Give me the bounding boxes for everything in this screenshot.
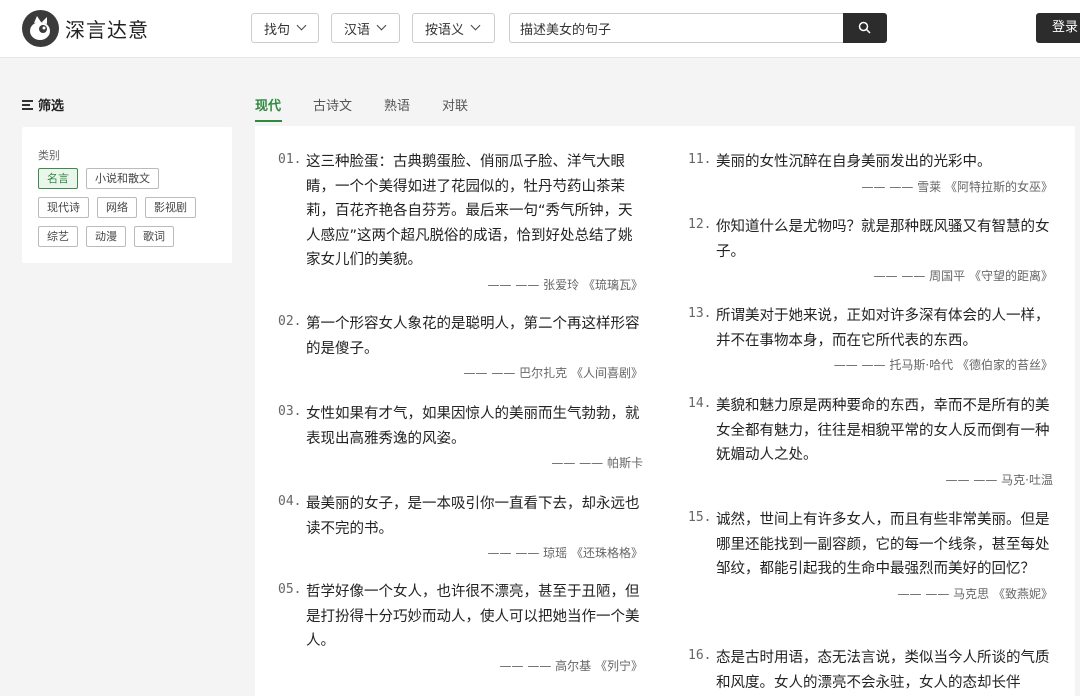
quote-number: 12.	[688, 217, 712, 232]
chevron-down-icon	[378, 22, 386, 30]
language-select-label: 汉语	[344, 22, 371, 38]
tag-film-tv[interactable]: 影视剧	[145, 197, 196, 218]
login-button[interactable]: 登录	[1036, 13, 1080, 43]
mode-select[interactable]: 找句	[251, 13, 319, 43]
search-button[interactable]	[843, 13, 887, 43]
quote-text[interactable]: 你知道什么是尤物吗？就是那种既风骚又有智慧的女子。	[716, 215, 1053, 264]
quote-source[interactable]: —— —— 马克思 《致燕妮》	[688, 585, 1053, 602]
quote-item: 01. 这三种脸蛋：古典鹅蛋脸、俏丽瓜子脸、洋气大眼睛，一个个美得如进了花园似的…	[278, 150, 643, 293]
quote-text[interactable]: 女性如果有才气，如果因惊人的美丽而生气勃勃，就表现出高雅秀逸的风姿。	[306, 402, 643, 451]
search-type-select[interactable]: 按语义	[412, 13, 495, 43]
quote-item: 11. 美丽的女性沉醉在自身美丽发出的光彩中。 —— —— 雪莱 《阿特拉斯的女…	[688, 150, 1053, 195]
quote-item: 03. 女性如果有才气，如果因惊人的美丽而生气勃勃，就表现出高雅秀逸的风姿。 —…	[278, 402, 643, 471]
active-tab-indicator	[255, 120, 282, 122]
tag-lyrics[interactable]: 歌词	[134, 226, 174, 247]
quote-text[interactable]: 第一个形容女人象花的是聪明人，第二个再这样形容的是傻子。	[306, 312, 643, 361]
top-header: 深言达意 找句 汉语 按语义 登录	[0, 0, 1080, 58]
quote-number: 02.	[278, 314, 302, 329]
tag-modern-poetry[interactable]: 现代诗	[38, 197, 89, 218]
filter-title: 筛选	[22, 95, 64, 114]
quote-number: 01.	[278, 152, 302, 167]
quote-text[interactable]: 所谓美对于她来说，正如对许多深有体会的人一样，并不在事物本身，而在它所代表的东西…	[716, 304, 1053, 353]
quote-text[interactable]: 态是古时用语，态无法言说，类似当今人所谈的气质和风度。女人的漂亮不会永驻，女人的…	[716, 646, 1053, 695]
tag-anime[interactable]: 动漫	[86, 226, 126, 247]
quote-text[interactable]: 美丽的女性沉醉在自身美丽发出的光彩中。	[716, 150, 992, 175]
quote-text[interactable]: 哲学好像一个女人，也许很不漂亮，甚至于丑陋，但是打扮得十分巧妙而动人，使人可以把…	[306, 580, 643, 654]
quote-text[interactable]: 最美丽的女子，是一本吸引你一直看下去，却永远也读不完的书。	[306, 492, 643, 541]
results-panel: 01. 这三种脸蛋：古典鹅蛋脸、俏丽瓜子脸、洋气大眼睛，一个个美得如进了花园似的…	[255, 126, 1075, 696]
search-input[interactable]	[509, 13, 843, 43]
quote-text[interactable]: 诚然，世间上有许多女人，而且有些非常美丽。但是哪里还能找到一副容颜，它的每一个线…	[716, 508, 1053, 582]
quote-item: 05. 哲学好像一个女人，也许很不漂亮，甚至于丑陋，但是打扮得十分巧妙而动人，使…	[278, 580, 643, 674]
quote-item: 16. 态是古时用语，态无法言说，类似当今人所谈的气质和风度。女人的漂亮不会永驻…	[688, 646, 1053, 695]
language-select[interactable]: 汉语	[331, 13, 400, 43]
search-type-select-label: 按语义	[425, 22, 465, 38]
tag-famous-quotes[interactable]: 名言	[38, 168, 78, 189]
tag-novel-prose[interactable]: 小说和散文	[86, 168, 159, 189]
quote-item: 14. 美貌和魅力原是两种要命的东西，幸而不是所有的美女全都有魅力，往往是相貌平…	[688, 394, 1053, 488]
tab-modern[interactable]: 现代	[255, 95, 281, 114]
quote-source[interactable]: —— —— 高尔基 《列宁》	[278, 657, 643, 674]
quote-source[interactable]: —— —— 张爱玲 《琉璃瓦》	[278, 276, 643, 293]
quote-source[interactable]: —— —— 马克·吐温	[688, 471, 1053, 488]
quote-item: 12. 你知道什么是尤物吗？就是那种既风骚又有智慧的女子。 —— —— 周国平 …	[688, 215, 1053, 284]
quote-item: 13. 所谓美对于她来说，正如对许多深有体会的人一样，并不在事物本身，而在它所代…	[688, 304, 1053, 373]
quote-text[interactable]: 这三种脸蛋：古典鹅蛋脸、俏丽瓜子脸、洋气大眼睛，一个个美得如进了花园似的，牡丹芍…	[306, 150, 643, 273]
tag-variety[interactable]: 综艺	[38, 226, 78, 247]
quote-number: 16.	[688, 648, 712, 663]
category-label: 类别	[38, 149, 60, 162]
quote-number: 13.	[688, 306, 712, 321]
quote-number: 14.	[688, 396, 712, 411]
quote-source[interactable]: —— —— 周国平 《守望的距离》	[688, 267, 1053, 284]
quote-source[interactable]: —— —— 雪莱 《阿特拉斯的女巫》	[688, 178, 1053, 195]
tag-internet[interactable]: 网络	[97, 197, 137, 218]
quote-source[interactable]: —— —— 帕斯卡	[278, 454, 643, 471]
quote-item: 04. 最美丽的女子，是一本吸引你一直看下去，却永远也读不完的书。 —— —— …	[278, 492, 643, 561]
tab-idioms[interactable]: 熟语	[384, 95, 410, 114]
quote-source[interactable]: —— —— 琼瑶 《还珠格格》	[278, 544, 643, 561]
quote-number: 15.	[688, 510, 712, 525]
search-icon	[858, 21, 871, 34]
filter-title-label: 筛选	[38, 99, 65, 114]
quote-number: 11.	[688, 152, 712, 167]
quote-item: 15. 诚然，世间上有许多女人，而且有些非常美丽。但是哪里还能找到一副容颜，它的…	[688, 508, 1053, 602]
quote-source[interactable]: —— —— 托马斯·哈代 《德伯家的苔丝》	[688, 356, 1053, 373]
filter-menu-icon	[22, 100, 33, 110]
quote-number: 04.	[278, 494, 302, 509]
quote-item: 02. 第一个形容女人象花的是聪明人，第二个再这样形容的是傻子。 —— —— 巴…	[278, 312, 643, 381]
quote-text[interactable]: 美貌和魅力原是两种要命的东西，幸而不是所有的美女全都有魅力，往往是相貌平常的女人…	[716, 394, 1053, 468]
filter-card: 类别 名言 小说和散文 现代诗 网络 影视剧 综艺 动漫 歌词	[22, 127, 232, 263]
chevron-down-icon	[472, 22, 480, 30]
chevron-down-icon	[298, 22, 306, 30]
tab-couplets[interactable]: 对联	[442, 95, 468, 114]
logo[interactable]: 深言达意	[22, 10, 149, 47]
logo-icon	[22, 10, 59, 47]
quote-number: 03.	[278, 404, 302, 419]
mode-select-label: 找句	[264, 22, 291, 38]
quote-source[interactable]: —— —— 巴尔扎克 《人间喜剧》	[278, 364, 643, 381]
tab-classical[interactable]: 古诗文	[313, 95, 352, 114]
logo-text: 深言达意	[65, 18, 149, 42]
quote-number: 05.	[278, 582, 302, 597]
